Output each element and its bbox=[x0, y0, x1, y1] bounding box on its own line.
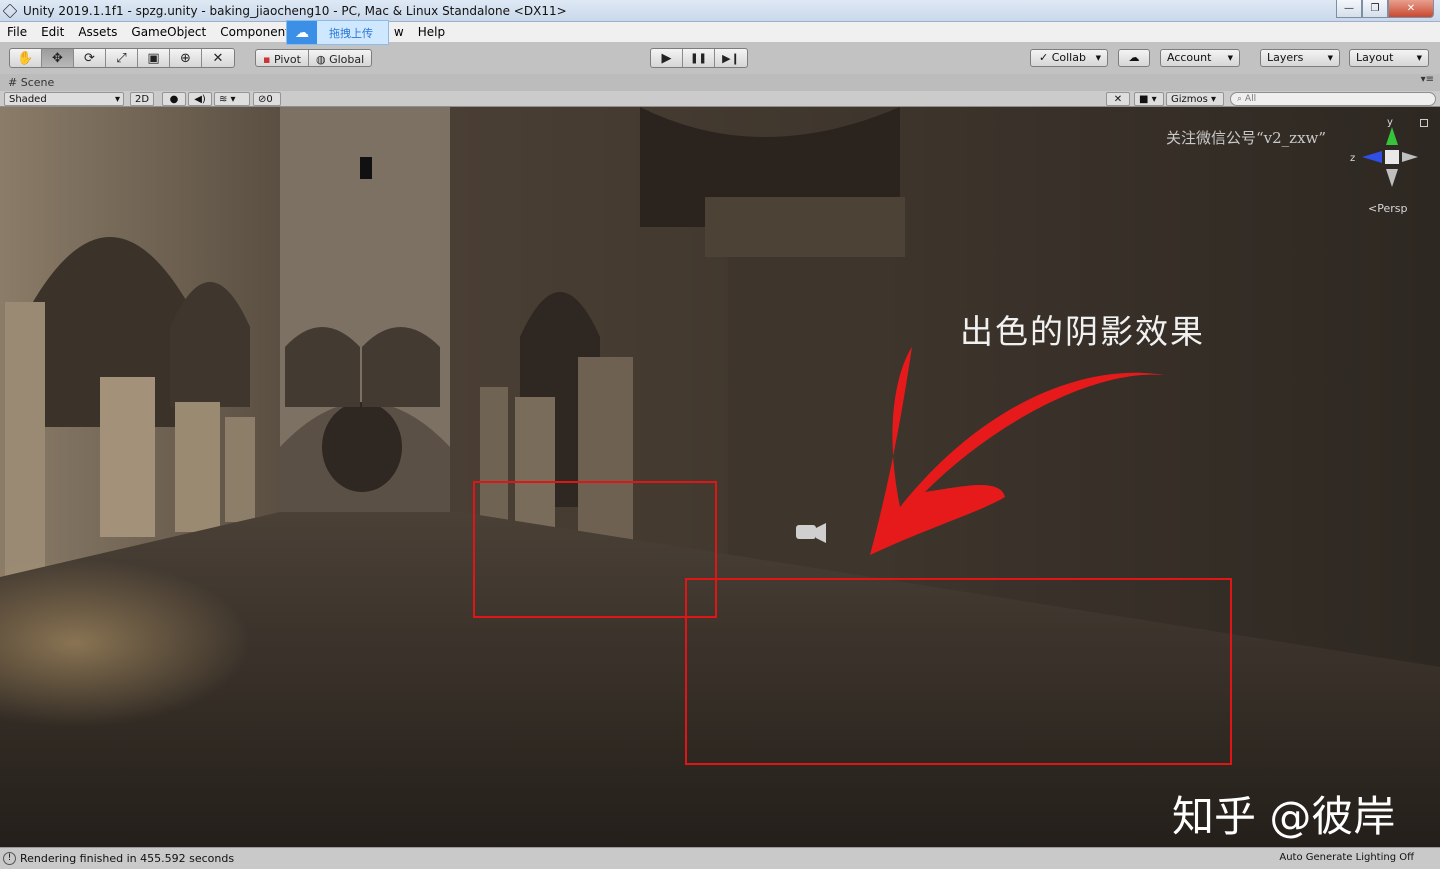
hidden-objects-toggle[interactable]: ⊘0 bbox=[253, 92, 281, 106]
unity-editor-window: Unity 2019.1.1f1 - spzg.unity - baking_j… bbox=[0, 0, 1440, 869]
axis-y-label: y bbox=[1387, 117, 1393, 128]
status-bar: ! Rendering finished in 455.592 seconds … bbox=[0, 847, 1440, 869]
dropdown-arrow-icon: ▾ bbox=[114, 94, 120, 105]
pause-button[interactable]: ❚❚ bbox=[683, 49, 715, 67]
dropdown-arrow-icon: ▼ bbox=[1095, 54, 1101, 62]
account-dropdown[interactable]: Account ▼ bbox=[1160, 49, 1240, 67]
main-toolbar: ✋ ✥ ⟳ ⤢ ▣ ⊕ ✕ ▪ Pivot ◍ Global ▶ ❚❚ ▶❙ ✓… bbox=[0, 42, 1440, 74]
transform-tools: ✋ ✥ ⟳ ⤢ ▣ ⊕ ✕ bbox=[9, 48, 235, 68]
cloud-icon: ☁ bbox=[287, 21, 317, 44]
close-button[interactable]: ✕ bbox=[1388, 0, 1434, 18]
step-button[interactable]: ▶❙ bbox=[715, 49, 747, 67]
scene-render: y z bbox=[0, 107, 1440, 847]
cloud-icon: ☁ bbox=[1128, 51, 1140, 64]
minimize-button[interactable]: — bbox=[1336, 0, 1362, 18]
window-title: Unity 2019.1.1f1 - spzg.unity - baking_j… bbox=[23, 3, 567, 18]
annotation-text: 出色的阴影效果 bbox=[960, 312, 1205, 351]
cloud-button[interactable]: ☁ bbox=[1118, 49, 1150, 67]
tab-menu-icon[interactable]: ▾≡ bbox=[1421, 74, 1434, 85]
layers-label: Layers bbox=[1267, 51, 1304, 64]
title-bar: Unity 2019.1.1f1 - spzg.unity - baking_j… bbox=[0, 0, 1440, 22]
tower-window bbox=[360, 157, 372, 179]
global-button[interactable]: ◍ Global bbox=[309, 50, 371, 66]
upload-label: 拖拽上传 bbox=[329, 26, 373, 40]
global-label: Global bbox=[329, 52, 365, 66]
gizmos-label: Gizmos bbox=[1171, 94, 1208, 105]
transform-icon[interactable]: ⊕ bbox=[170, 49, 202, 67]
layout-label: Layout bbox=[1356, 51, 1394, 64]
axis-z-label: z bbox=[1350, 153, 1355, 164]
projection-label[interactable]: <Persp bbox=[1368, 202, 1407, 215]
pivot-button[interactable]: ▪ Pivot bbox=[256, 50, 309, 66]
menu-gameobject[interactable]: GameObject bbox=[124, 22, 213, 42]
scene-search-input[interactable]: ⌕ All bbox=[1230, 92, 1436, 106]
grid-icon: # bbox=[8, 76, 18, 89]
upload-badge[interactable]: ☁ 拖拽上传 bbox=[286, 20, 389, 45]
play-button[interactable]: ▶ bbox=[651, 49, 683, 67]
shading-mode-dropdown[interactable]: Shaded ▾ bbox=[4, 92, 124, 106]
scene-viewport[interactable]: y z <Persp 关注微信公号“v2_zxw” 出色的阴影效果 知乎 @彼岸 bbox=[0, 107, 1440, 847]
menu-window-partial[interactable]: w bbox=[394, 22, 411, 42]
check-icon: ✓ bbox=[1039, 51, 1049, 64]
pivot-group: ▪ Pivot ◍ Global bbox=[255, 49, 373, 67]
lion-relief bbox=[322, 402, 402, 492]
scale-icon[interactable]: ⤢ bbox=[106, 49, 138, 67]
collab-label: Collab bbox=[1051, 51, 1086, 64]
rect-icon[interactable]: ▣ bbox=[138, 49, 170, 67]
pivot-icon: ▪ bbox=[263, 52, 271, 66]
tab-scene[interactable]: # Scene bbox=[8, 76, 54, 89]
account-label: Account bbox=[1167, 51, 1212, 64]
playmode-controls: ▶ ❚❚ ▶❙ bbox=[650, 48, 748, 68]
dropdown-arrow-icon: ▼ bbox=[1416, 54, 1422, 62]
pivot-label: Pivot bbox=[273, 52, 301, 66]
lighting-toggle-icon[interactable]: ● bbox=[162, 92, 186, 106]
audio-toggle-icon[interactable]: ◀) bbox=[188, 92, 212, 106]
menu-bar: File Edit Assets GameObject Component w … bbox=[0, 22, 1440, 42]
search-icon: ⌕ bbox=[1237, 94, 1243, 104]
projection-text: Persp bbox=[1377, 202, 1408, 215]
menu-assets[interactable]: Assets bbox=[71, 22, 124, 42]
unity-logo-icon bbox=[2, 3, 18, 18]
window-controls: — ❐ ✕ bbox=[1336, 0, 1434, 18]
scene-toolbar: Shaded ▾ 2D ● ◀) ≋ ▾ ⊘0 ✕ ■ ▾ Gizmos ▾ ⌕ … bbox=[0, 91, 1440, 107]
menu-file[interactable]: File bbox=[0, 22, 34, 42]
layers-dropdown[interactable]: Layers ▼ bbox=[1260, 49, 1340, 67]
layout-dropdown[interactable]: Layout ▼ bbox=[1349, 49, 1429, 67]
status-message[interactable]: Rendering finished in 455.592 seconds bbox=[20, 852, 234, 865]
globe-icon: ◍ bbox=[315, 52, 326, 66]
mode-2d-toggle[interactable]: 2D bbox=[130, 92, 155, 106]
gizmos-dropdown[interactable]: Gizmos ▾ bbox=[1166, 92, 1224, 106]
restore-button[interactable]: ❐ bbox=[1362, 0, 1388, 18]
scene-tab-strip: # Scene ▾≡ bbox=[0, 74, 1440, 91]
move-icon[interactable]: ✥ bbox=[42, 49, 74, 67]
sunlight-patch bbox=[0, 487, 500, 727]
rotate-icon[interactable]: ⟳ bbox=[74, 49, 106, 67]
menu-edit[interactable]: Edit bbox=[34, 22, 71, 42]
camera-settings-icon[interactable]: ■ ▾ bbox=[1134, 92, 1164, 106]
hand-icon[interactable]: ✋ bbox=[10, 49, 42, 67]
zhihu-credit: 知乎 @彼岸 bbox=[1172, 792, 1396, 841]
shading-label: Shaded bbox=[9, 94, 47, 105]
menu-component[interactable]: Component bbox=[213, 22, 297, 42]
wechat-watermark: 关注微信公号“v2_zxw” bbox=[1166, 129, 1327, 147]
lock-icon[interactable] bbox=[1420, 119, 1428, 127]
search-placeholder: All bbox=[1244, 94, 1257, 104]
hidden-count: 0 bbox=[266, 94, 273, 105]
dropdown-arrow-icon: ▼ bbox=[1327, 54, 1333, 62]
tab-scene-label: Scene bbox=[20, 76, 55, 89]
effects-dropdown-icon[interactable]: ≋ ▾ bbox=[214, 92, 250, 106]
dropdown-arrow-icon: ▼ bbox=[1227, 54, 1233, 62]
pillar-capital bbox=[705, 197, 905, 257]
menu-help[interactable]: Help bbox=[411, 22, 452, 42]
custom-tool-icon[interactable]: ✕ bbox=[202, 49, 234, 67]
tools-icon[interactable]: ✕ bbox=[1106, 92, 1130, 106]
lighting-status[interactable]: Auto Generate Lighting Off bbox=[1279, 852, 1414, 863]
info-icon: ! bbox=[3, 852, 16, 865]
collab-dropdown[interactable]: ✓ Collab ▼ bbox=[1030, 49, 1108, 67]
